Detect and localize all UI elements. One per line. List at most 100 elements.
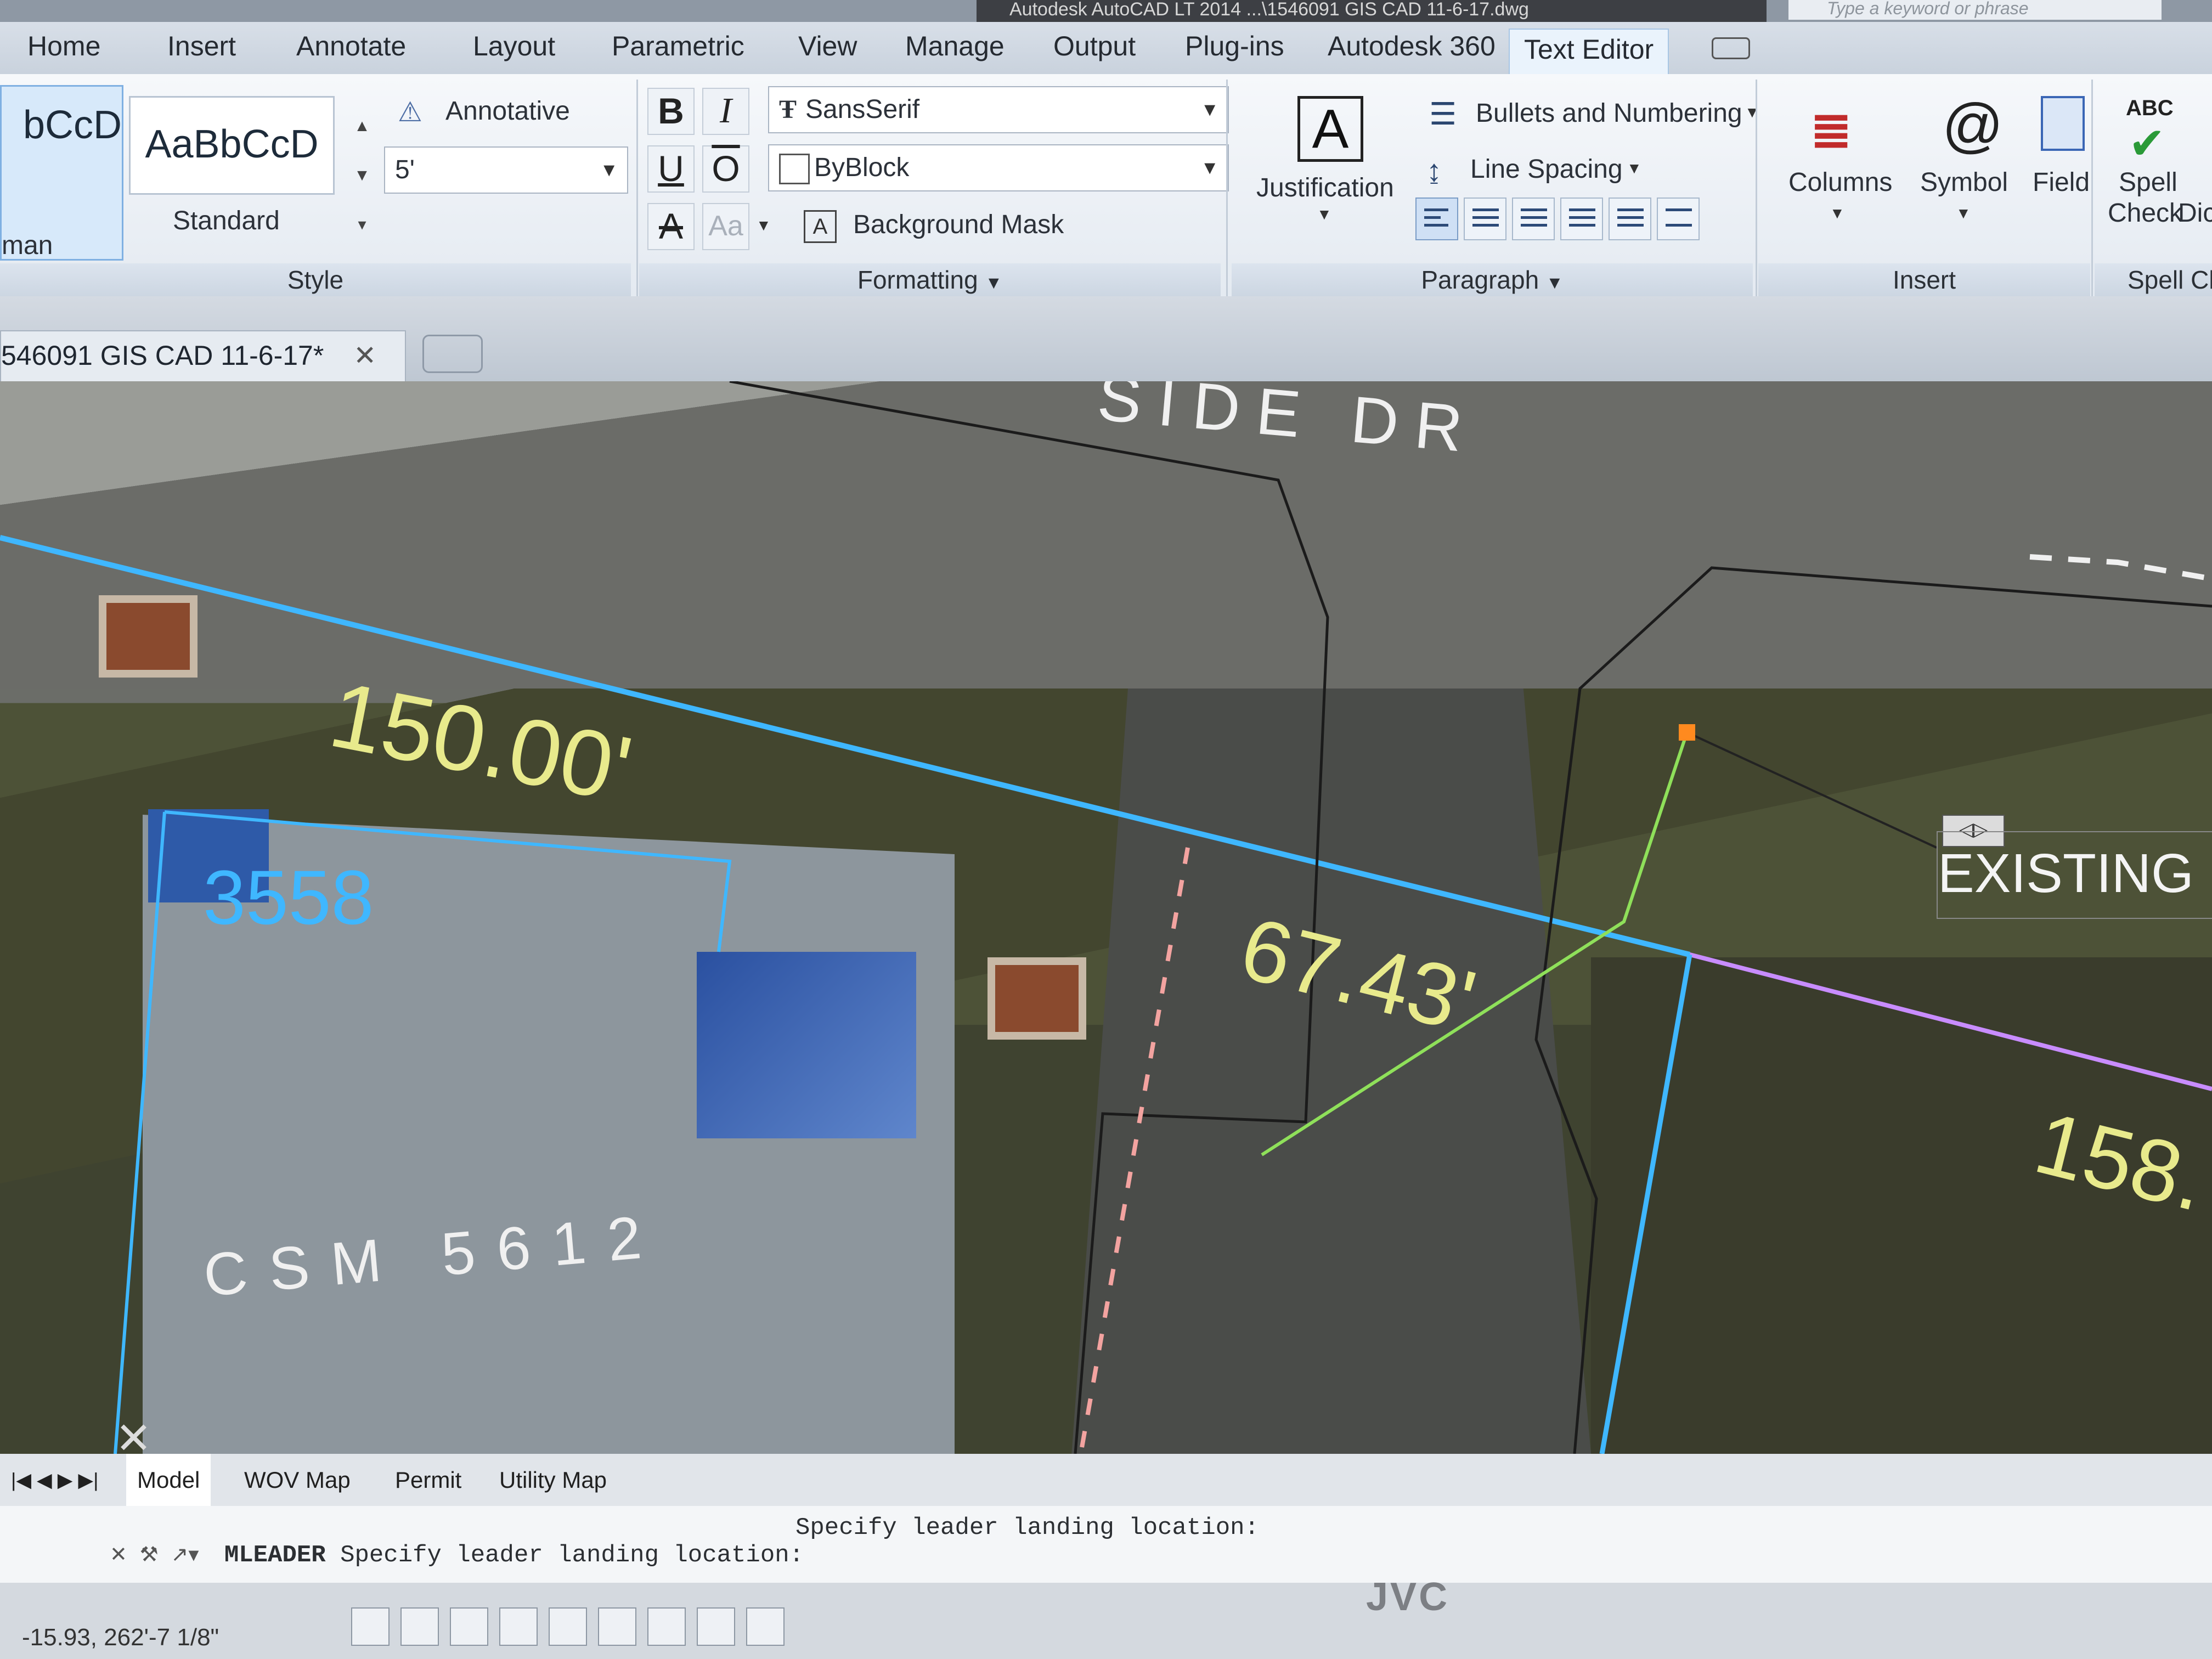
otrack-toggle-icon[interactable] [549,1607,587,1646]
transparency-toggle-icon[interactable] [746,1607,785,1646]
align-center-button[interactable] [1464,198,1506,240]
tab-manage[interactable]: Manage [905,22,1005,74]
chevron-down-icon[interactable]: ▼ [1745,104,1760,121]
tab-autodesk-360[interactable]: Autodesk 360 [1328,22,1496,74]
command-wrench-icon[interactable]: ✕ ⚒ ↗▾ [110,1544,199,1568]
annotative-label[interactable]: Annotative [445,96,570,126]
tab-parametric[interactable]: Parametric [612,22,744,74]
chevron-down-icon[interactable]: ▼ [1956,205,1971,222]
layout-tab-utility-map[interactable]: Utility Map [499,1454,607,1506]
chevron-down-icon[interactable]: ▼ [1830,205,1845,222]
chevron-down-icon[interactable]: ▼ [756,217,771,234]
command-name: MLEADER [224,1542,326,1569]
panel-separator [2091,80,2093,296]
tab-layout[interactable]: Layout [473,22,555,74]
align-right-button[interactable] [1512,198,1555,240]
building-outline-west [114,811,166,1454]
field-button[interactable]: Field [2033,167,2090,198]
ucs-icon: ✕ [115,1414,153,1454]
underline-button[interactable]: U [647,145,695,193]
style-preview-standard[interactable]: AaBbCcD [129,96,335,195]
symbol-button[interactable]: Symbol [1920,167,2008,198]
text-color-combo[interactable]: ByBlock ▼ [768,144,1229,191]
grid-toggle-icon[interactable] [351,1607,390,1646]
layout-nav-arrows[interactable]: |◀ ◀ ▶ ▶| [11,1454,98,1506]
font-combo[interactable]: Ŧ SansSerif ▼ [768,86,1229,133]
strikethrough-button[interactable]: A [647,203,695,250]
justification-icon[interactable]: A [1297,96,1363,162]
paragraph-settings-button[interactable] [1657,198,1700,240]
tab-view[interactable]: View [798,22,857,74]
chevron-down-icon[interactable]: ▼ [1627,160,1642,177]
background-mask-button[interactable]: Background Mask [853,210,1064,240]
road-stripe [2029,554,2212,582]
lot-line-side [1599,954,1692,1454]
ribbon-minimize-icon[interactable] [1712,37,1750,59]
chevron-down-icon: ▼ [985,273,1003,292]
chevron-down-icon: ▼ [1200,99,1219,120]
mtext-editor[interactable]: EXISTING P [1937,831,2212,919]
change-case-button[interactable]: Aa [702,203,749,250]
formatting-panel-title[interactable]: Formatting ▼ [639,263,1221,296]
drawing-canvas[interactable]: SIDE DR 150.00' 3558 67.43' 158. CSM 561… [0,381,2212,1454]
tab-home[interactable]: Home [27,22,100,74]
ducs-toggle-icon[interactable] [598,1607,636,1646]
align-left-button[interactable] [1415,198,1458,240]
tab-output[interactable]: Output [1053,22,1136,74]
bullets-and-numbering-button[interactable]: Bullets and Numbering [1476,98,1742,128]
panel-separator [1226,80,1228,296]
lineweight-toggle-icon[interactable] [697,1607,735,1646]
justification-button[interactable]: Justification [1256,173,1394,203]
style-scroll-arrows[interactable]: ▲ ▼ ▾ [348,101,376,255]
new-tab-button[interactable] [422,335,483,373]
leader-arrow-line [1686,731,1937,849]
text-height-combo[interactable]: 5' ▼ [384,146,628,194]
tab-annotate[interactable]: Annotate [296,22,406,74]
command-line[interactable]: Specify leader landing location: ✕ ⚒ ↗▾ … [110,1514,2194,1569]
overline-button[interactable]: O [702,145,749,193]
polar-toggle-icon[interactable] [450,1607,488,1646]
layout-tab-permit[interactable]: Permit [395,1454,461,1506]
panel-separator [636,80,638,296]
line-spacing-icon: ↨ [1426,153,1442,188]
font-value: SansSerif [805,95,920,124]
app-title: Autodesk AutoCAD LT 2014 ...\1546091 GIS… [977,0,1767,22]
justify-button[interactable] [1560,198,1603,240]
background-mask-icon: A [804,210,837,243]
osnap-toggle-icon[interactable] [499,1607,538,1646]
search-input[interactable]: Type a keyword or phrase [1788,0,2162,20]
grip-icon[interactable] [1679,724,1695,741]
columns-button[interactable]: Columns [1788,167,1892,198]
close-icon[interactable]: ✕ [353,340,376,371]
ortho-toggle-icon[interactable] [400,1607,439,1646]
spell-check-button-line1[interactable]: Spell [2119,167,2177,198]
layout-tab-wov-map[interactable]: WOV Map [244,1454,351,1506]
lot-line-right [1689,952,2212,1091]
field-icon [2041,96,2085,151]
style-preview-left-text: bCcD [22,103,122,147]
layout-tab-model[interactable]: Model [126,1454,211,1506]
italic-button[interactable]: I [702,88,749,135]
spell-check-button-line2[interactable]: Check [2108,198,2182,228]
symbol-icon: @ [1942,92,2004,159]
window-title-bar: Autodesk AutoCAD LT 2014 ...\1546091 GIS… [0,0,2212,22]
tab-plug-ins[interactable]: Plug-ins [1185,22,1284,74]
document-tab-label: 546091 GIS CAD 11-6-17* [1,340,324,371]
line-spacing-button[interactable]: Line Spacing [1470,154,1623,184]
bold-button[interactable]: B [647,88,695,135]
formatting-panel-title-text: Formatting [857,266,978,294]
dictionaries-button[interactable]: Dic [2178,198,2212,228]
chevron-down-icon[interactable]: ▼ [1317,206,1332,223]
document-tab[interactable]: 546091 GIS CAD 11-6-17* ✕ [0,330,406,382]
command-history-line: Specify leader landing location: [795,1514,1259,1542]
style-preview-left[interactable]: bCcD man [0,85,123,261]
distribute-button[interactable] [1609,198,1651,240]
spell-check-panel-title: Spell Ch [2095,263,2212,296]
dynamic-input-toggle-icon[interactable] [647,1607,686,1646]
chevron-down-icon: ▼ [1545,273,1564,292]
tab-text-editor[interactable]: Text Editor [1509,29,1669,74]
style-panel-title: Style [0,263,631,296]
chevron-down-icon: ▼ [600,160,618,180]
tab-insert[interactable]: Insert [167,22,236,74]
paragraph-panel-title[interactable]: Paragraph ▼ [1232,263,1753,296]
